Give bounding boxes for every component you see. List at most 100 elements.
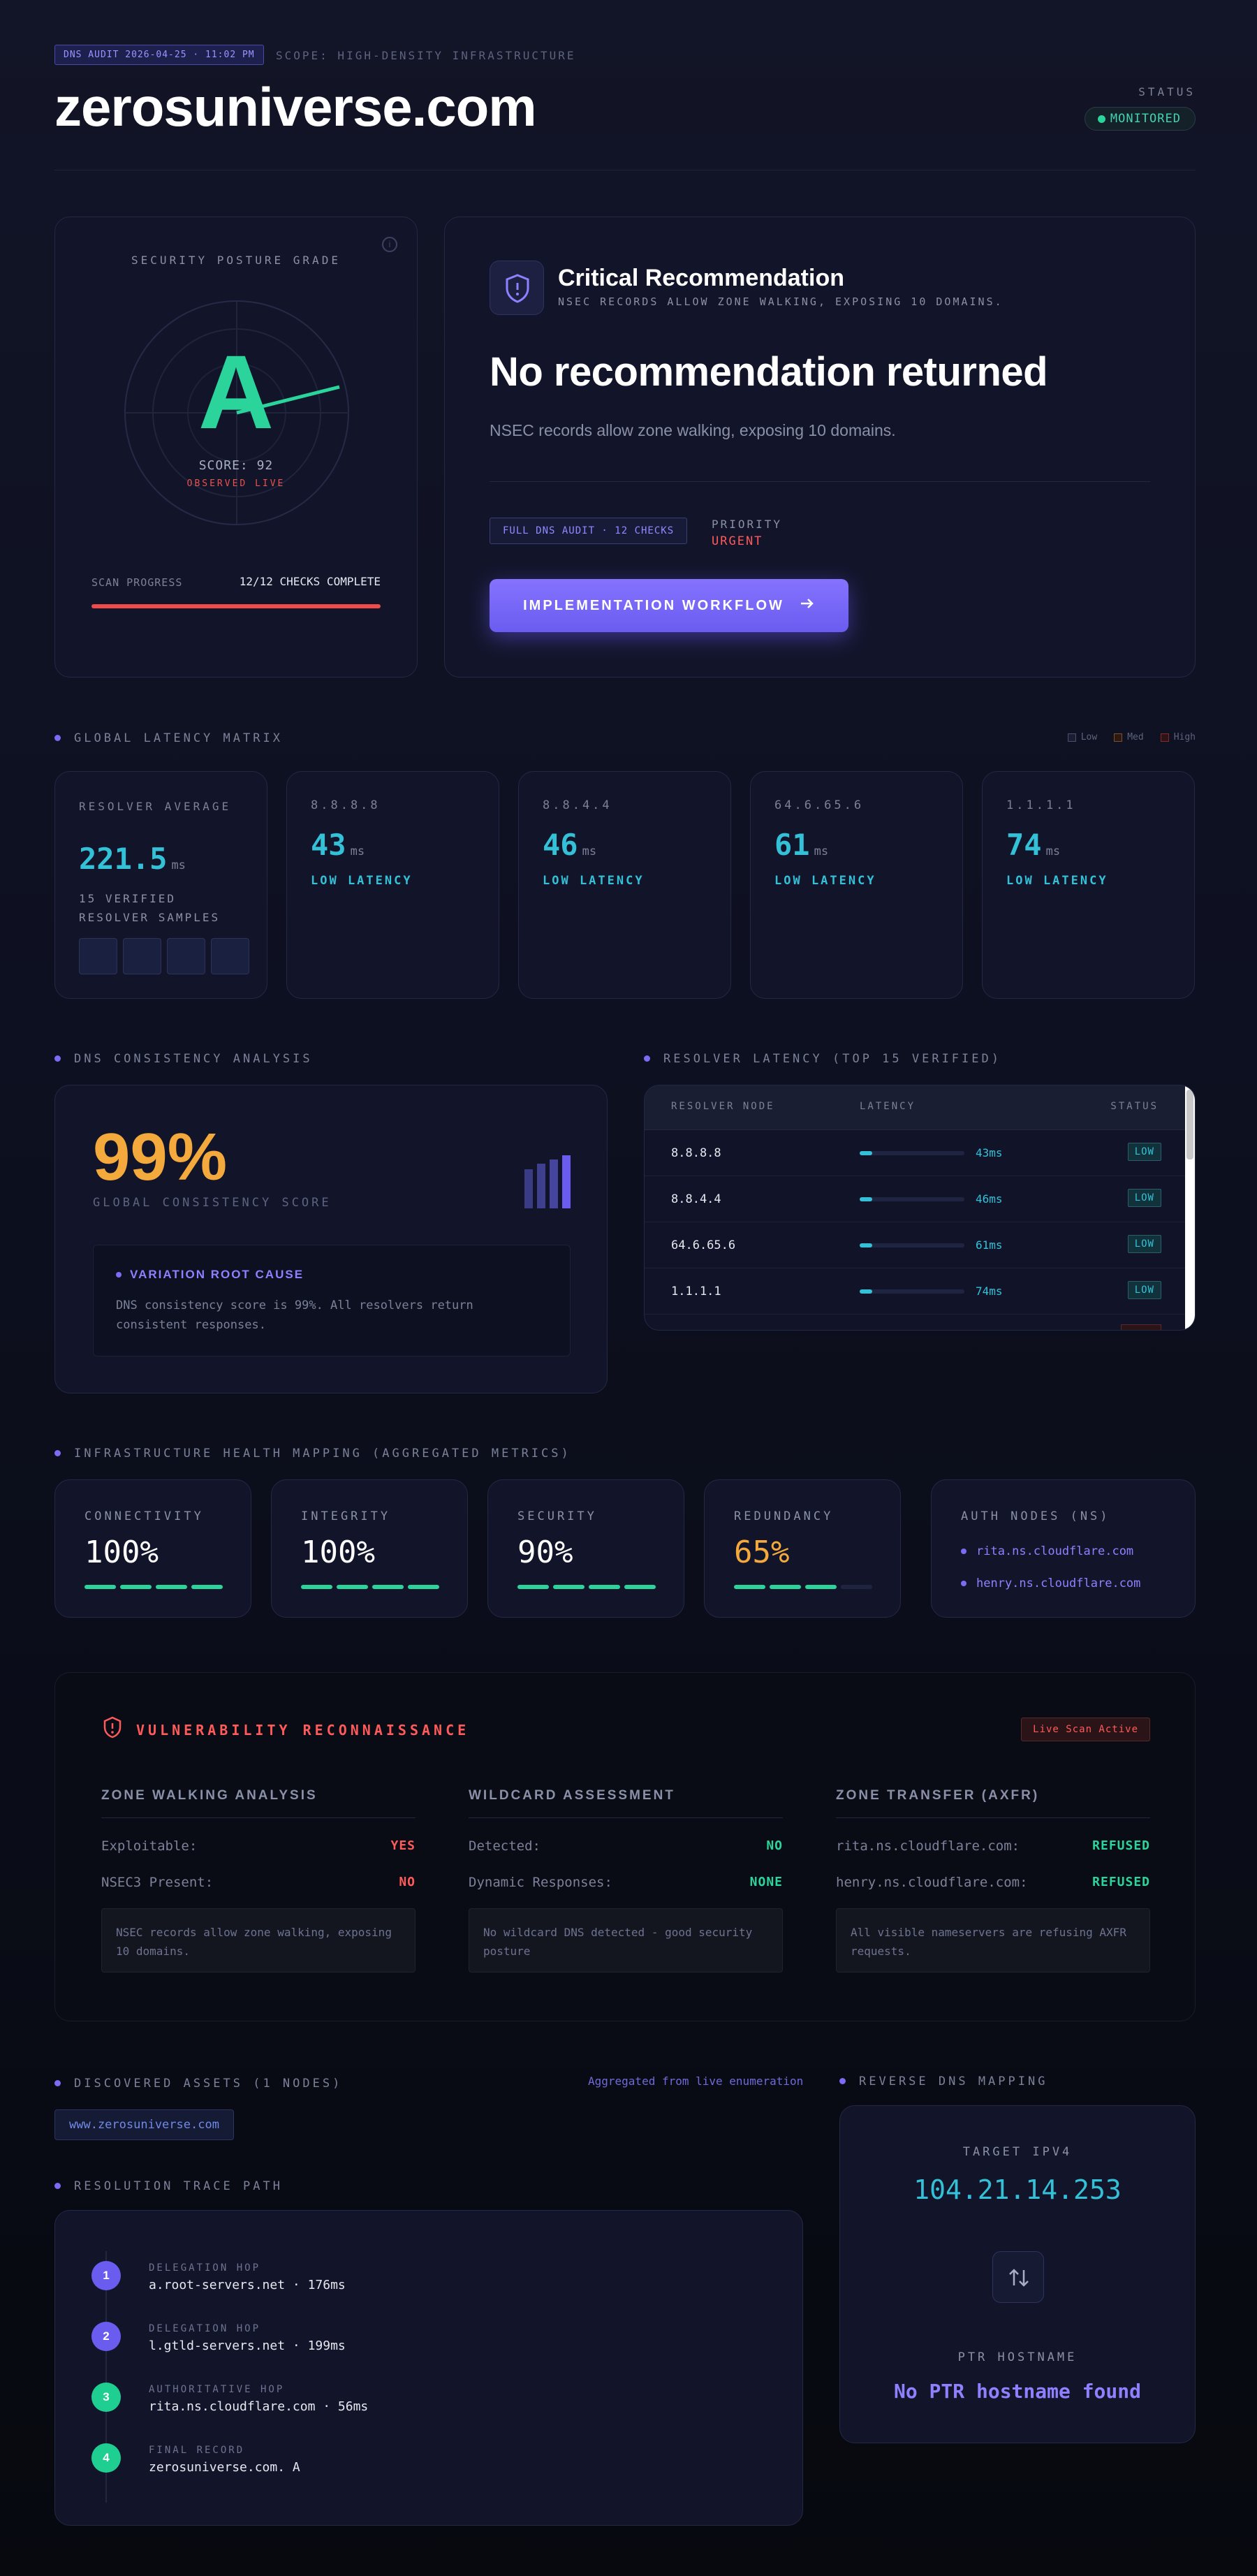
- resolver-node: 1.1.1.1: [671, 1285, 721, 1298]
- trace-hop-host: zerosuniverse.com. A: [149, 2460, 300, 2475]
- vulnerability-column: ZONE TRANSFER (AXFR) rita.ns.cloudflare.c…: [836, 1788, 1150, 1977]
- implementation-workflow-button[interactable]: IMPLEMENTATION WORKFLOW: [490, 579, 848, 632]
- auth-nodes-title: AUTH NODES (NS): [961, 1509, 1110, 1523]
- trace-hop-host: a.root-servers.net · 176ms: [149, 2278, 346, 2292]
- latency-fill: [860, 1151, 872, 1155]
- table-row[interactable]: 64.6.65.6 61ms LOW: [645, 1222, 1185, 1268]
- vuln-column-title: WILDCARD ASSESSMENT: [469, 1788, 675, 1803]
- table-row[interactable]: 8.8.4.4 46ms LOW: [645, 1176, 1185, 1222]
- asset-chip[interactable]: www.zerosuniverse.com: [54, 2109, 234, 2140]
- status-badge: LOW: [1127, 1235, 1161, 1253]
- legend-low: Low: [1067, 732, 1097, 742]
- shield-warning-icon: [103, 1716, 122, 1739]
- resolver-latency-status: LOW LATENCY: [1006, 874, 1108, 888]
- vulnerability-column: WILDCARD ASSESSMENT Detected: NO Dynamic Re…: [469, 1788, 783, 1977]
- latency-value: 43ms: [976, 1146, 1003, 1159]
- health-metric-card: CONNECTIVITY 100%: [54, 1479, 251, 1618]
- vuln-column-title: ZONE WALKING ANALYSIS: [101, 1788, 318, 1803]
- latency-fill: [860, 1197, 872, 1201]
- scope-label: SCOPE: HIGH-DENSITY INFRASTRUCTURE: [276, 49, 576, 62]
- swap-arrows-icon[interactable]: [992, 2251, 1044, 2303]
- trace-hop-type: DELEGATION HOP: [149, 2262, 261, 2274]
- consistency-score: 99%: [93, 1120, 228, 1194]
- trace-hop-type: FINAL RECORD: [149, 2445, 245, 2456]
- table-row-partial: [645, 1315, 1185, 1330]
- table-row[interactable]: 1.1.1.1 74ms LOW: [645, 1268, 1185, 1315]
- column-resolver-node: RESOLVER NODE: [671, 1101, 775, 1112]
- assets-section-title: DISCOVERED ASSETS (1 NODES): [54, 2077, 342, 2091]
- trace-hop-number: 1: [91, 2261, 121, 2290]
- table-header: RESOLVER NODE LATENCY STATUS: [645, 1085, 1195, 1130]
- column-latency: LATENCY: [860, 1101, 916, 1112]
- health-metric-value: 100%: [301, 1535, 375, 1570]
- consistency-bars-icon: [524, 1155, 571, 1208]
- status-badge: MONITORED: [1084, 107, 1196, 131]
- recommendation-headline: No recommendation returned: [490, 349, 1048, 395]
- resolver-latency-status: LOW LATENCY: [543, 874, 645, 888]
- trace-hop-host: rita.ns.cloudflare.com · 56ms: [149, 2399, 369, 2414]
- resolver-node: 8.8.8.8: [671, 1146, 721, 1160]
- resolver-average-card: RESOLVER AVERAGE 221.5 ms 15 VERIFIED RES…: [54, 771, 267, 999]
- scan-progress-value: 12/12 CHECKS COMPLETE: [239, 575, 381, 588]
- latency-track: [860, 1289, 964, 1294]
- latency-value: 74ms: [976, 1285, 1003, 1298]
- health-section-title: INFRASTRUCTURE HEALTH MAPPING (AGGREGATE…: [54, 1447, 571, 1461]
- audit-tag: DNS AUDIT 2026-04-25 · 11:02 PM: [54, 45, 264, 65]
- vuln-row-value: NO: [399, 1875, 416, 1889]
- scan-progress-label: SCAN PROGRESS: [91, 576, 183, 589]
- reverse-dns-card: TARGET IPV4 104.21.14.253 PTR HOSTNAME N…: [839, 2105, 1196, 2443]
- consistency-section-title: DNS CONSISTENCY ANALYSIS: [54, 1052, 313, 1066]
- auth-node-item[interactable]: rita.ns.cloudflare.com: [961, 1544, 1133, 1558]
- resolver-samples-label: 15 VERIFIED RESOLVER SAMPLES: [79, 892, 221, 924]
- grade-score: SCORE: 92: [198, 458, 274, 473]
- vuln-row-key: henry.ns.cloudflare.com:: [836, 1875, 1028, 1890]
- vulnerability-card: VULNERABILITY RECONNAISSANCE Live Scan A…: [54, 1672, 1196, 2021]
- vuln-row-value: REFUSED: [1092, 1875, 1150, 1889]
- health-metric-value: 65%: [734, 1535, 790, 1570]
- resolver-latency-value: 74 ms: [1006, 828, 1061, 862]
- status-badge: LOW: [1127, 1281, 1161, 1299]
- vulnerability-column: ZONE WALKING ANALYSIS Exploitable: YES NSEC…: [101, 1788, 416, 1977]
- implementation-workflow-label: IMPLEMENTATION WORKFLOW: [523, 597, 784, 613]
- resolver-latency-value: 46 ms: [543, 828, 597, 862]
- auth-node-item[interactable]: henry.ns.cloudflare.com: [961, 1576, 1140, 1590]
- variation-root-cause: VARIATION ROOT CAUSE DNS consistency sco…: [93, 1245, 571, 1356]
- consistency-card: 99% GLOBAL CONSISTENCY SCORE VARIATION R…: [54, 1085, 608, 1393]
- trace-hop-host: l.gtld-servers.net · 199ms: [149, 2339, 346, 2353]
- status-label: STATUS: [1138, 85, 1196, 98]
- trace-path-card: 1 DELEGATION HOP a.root-servers.net · 176m…: [54, 2210, 803, 2526]
- ptr-hostname-value: No PTR hostname found: [893, 2380, 1141, 2403]
- latency-legend: Low Med High: [1067, 732, 1196, 742]
- health-metric-card: REDUNDANCY 65%: [704, 1479, 901, 1618]
- resolver-node: 64.6.65.6: [671, 1238, 736, 1252]
- grade-title: SECURITY POSTURE GRADE: [131, 254, 341, 267]
- health-metric-value: 90%: [517, 1535, 573, 1570]
- health-metric-card: INTEGRITY 100%: [271, 1479, 468, 1618]
- legend-high: High: [1160, 732, 1196, 742]
- vuln-note: No wildcard DNS detected - good security…: [469, 1908, 783, 1973]
- audit-chip: FULL DNS AUDIT · 12 CHECKS: [490, 518, 688, 544]
- table-scrollbar-thumb[interactable]: [1186, 1090, 1193, 1159]
- vuln-row-key: rita.ns.cloudflare.com:: [836, 1838, 1020, 1854]
- latency-track: [860, 1151, 964, 1155]
- resolver-latency-table[interactable]: RESOLVER NODE LATENCY STATUS 8.8.8.8 43ms…: [644, 1085, 1196, 1331]
- health-metric-bars: [301, 1585, 439, 1589]
- table-row[interactable]: 8.8.8.8 43ms LOW: [645, 1130, 1185, 1176]
- variation-root-cause-text: DNS consistency score is 99%. All resolv…: [116, 1298, 473, 1332]
- info-icon[interactable]: i: [382, 237, 397, 252]
- resolver-latency-card: 8.8.8.8 43 ms LOW LATENCY: [286, 771, 499, 999]
- auth-nodes-card: AUTH NODES (NS) rita.ns.cloudflare.com h…: [931, 1479, 1196, 1618]
- status-badge: LOW: [1127, 1143, 1161, 1161]
- trace-hop-number: 4: [91, 2443, 121, 2473]
- latency-value: 61ms: [976, 1238, 1003, 1252]
- recommendation-description: NSEC records allow zone walking, exposin…: [490, 421, 896, 439]
- resolver-latency-value: 61 ms: [774, 828, 829, 862]
- vuln-column-title: ZONE TRANSFER (AXFR): [836, 1788, 1040, 1803]
- observed-live-label: OBSERVED LIVE: [186, 478, 286, 489]
- latency-section-title: GLOBAL LATENCY MATRIX: [54, 731, 283, 745]
- resolver-latency-card: 8.8.4.4 46 ms LOW LATENCY: [518, 771, 731, 999]
- resolver-ip: 8.8.4.4: [543, 798, 612, 812]
- resolver-table-section-title: RESOLVER LATENCY (TOP 15 VERIFIED): [644, 1052, 1001, 1066]
- vuln-row-key: Detected:: [469, 1838, 541, 1854]
- vuln-row-key: NSEC3 Present:: [101, 1875, 214, 1890]
